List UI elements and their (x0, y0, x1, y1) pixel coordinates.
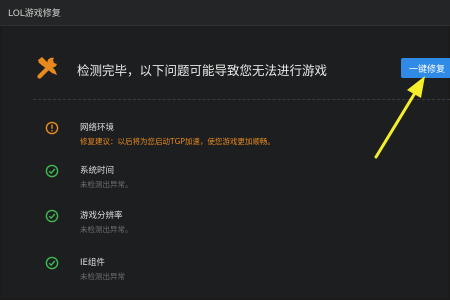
check-item-ie-component: IE组件 未检测出异常 (0, 256, 450, 288)
window-titlebar: LOL游戏修复 (0, 0, 450, 26)
wrench-screwdriver-icon (37, 57, 57, 79)
check-item-detail: 未检测出异常 (80, 272, 125, 281)
check-item-detail: 修复建议：以后将为您启动TGP加速，使您游戏更加顺畅。 (80, 137, 275, 146)
check-item-title: 网络环境 (80, 123, 115, 133)
warning-circle-icon (45, 121, 59, 135)
check-circle-icon (45, 209, 59, 223)
window-title: LOL游戏修复 (8, 9, 61, 19)
check-circle-icon (45, 164, 59, 178)
scan-result-message: 检测完毕，以下问题可能导致您无法进行游戏 (77, 63, 328, 78)
divider (33, 99, 450, 100)
check-item-title: 系统时间 (80, 166, 115, 176)
check-item-title: 游戏分辨率 (80, 211, 123, 221)
one-click-fix-button[interactable]: 一键修复 (401, 58, 450, 78)
check-item-resolution: 游戏分辨率 未检测出异常。 (0, 209, 450, 241)
check-item-network: 网络环境 修复建议：以后将为您启动TGP加速，使您游戏更加顺畅。 (0, 121, 450, 153)
check-item-detail: 未检测出异常。 (80, 225, 133, 234)
check-item-detail: 未检测出异常。 (80, 180, 133, 189)
check-circle-icon (45, 256, 59, 270)
check-item-title: IE组件 (80, 258, 105, 268)
check-item-system-time: 系统时间 未检测出异常。 (0, 164, 450, 196)
